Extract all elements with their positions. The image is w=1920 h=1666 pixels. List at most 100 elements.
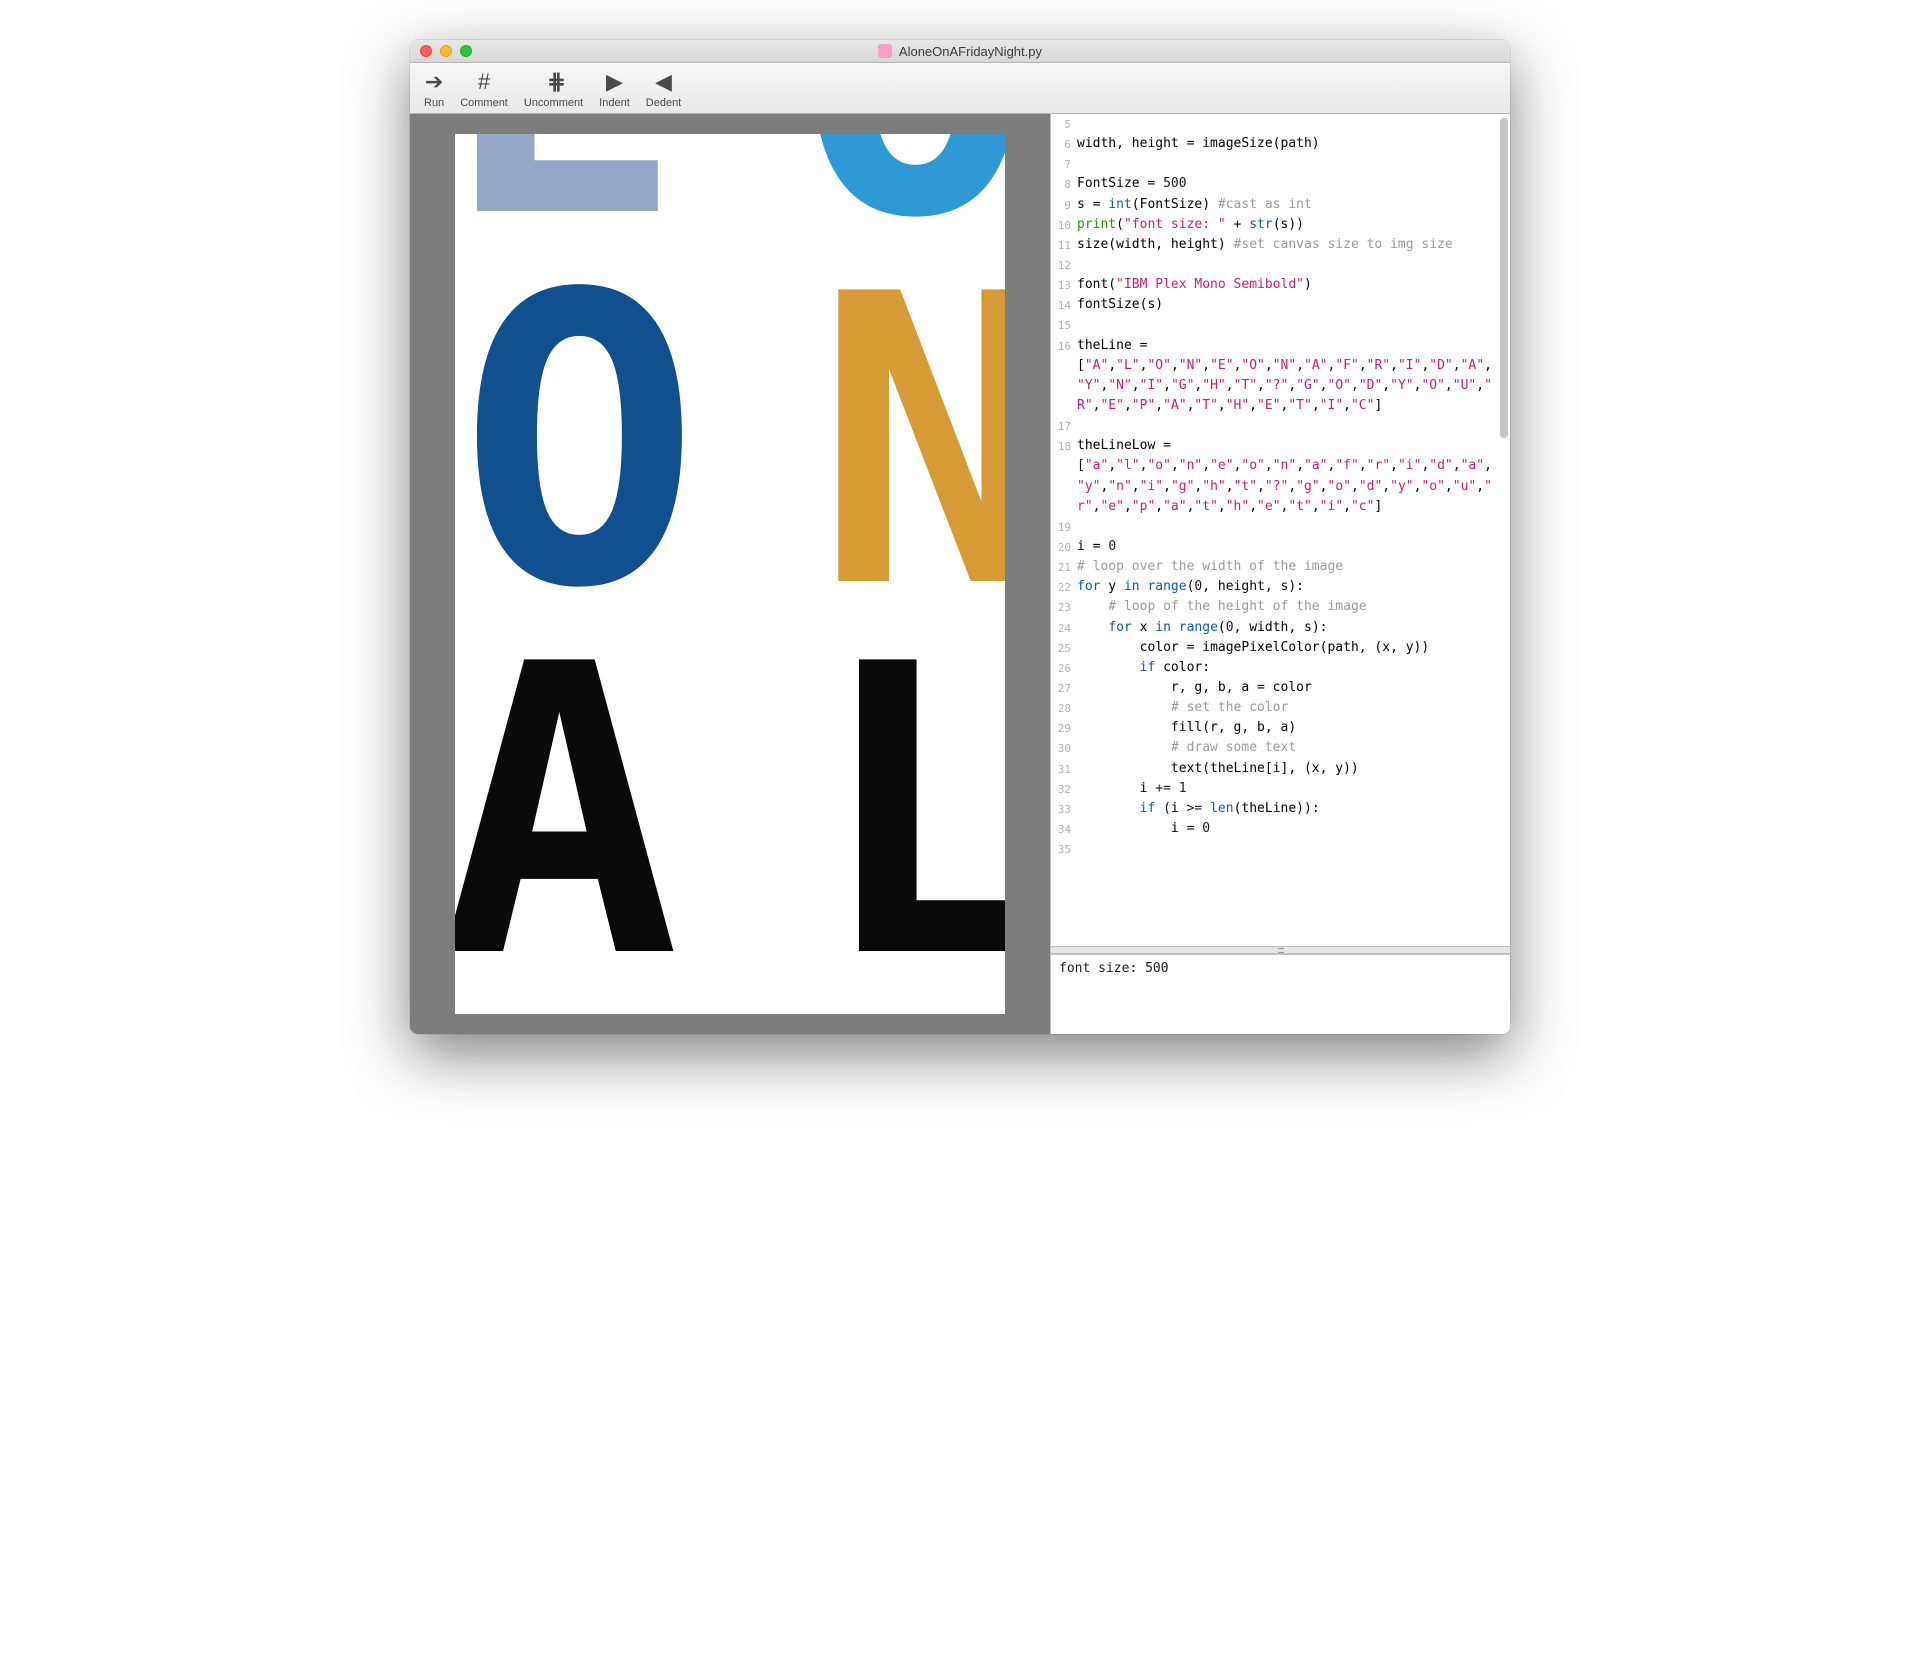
- line-number: 21: [1051, 557, 1077, 577]
- line-number: 14: [1051, 295, 1077, 315]
- code-line[interactable]: 21# loop over the width of the image: [1051, 557, 1510, 577]
- code-line[interactable]: 5: [1051, 114, 1510, 134]
- code-line[interactable]: 7: [1051, 154, 1510, 174]
- code-line[interactable]: 19: [1051, 517, 1510, 537]
- code-line[interactable]: 24 for x in range(0, width, s):: [1051, 618, 1510, 638]
- arrow-right-icon: ➔: [425, 69, 443, 95]
- scrollbar-thumb[interactable]: [1500, 118, 1508, 438]
- line-number: 11: [1051, 235, 1077, 255]
- code-line[interactable]: 6width, height = imageSize(path): [1051, 134, 1510, 154]
- code-text: theLine = ["A","L","O","N","E","O","N","…: [1077, 336, 1510, 417]
- code-text: fill(r, g, b, a): [1077, 718, 1510, 738]
- code-line[interactable]: 31 text(theLine[i], (x, y)): [1051, 759, 1510, 779]
- line-number: 12: [1051, 255, 1077, 275]
- code-text: FontSize = 500: [1077, 174, 1510, 194]
- line-number: 34: [1051, 819, 1077, 839]
- code-text: [1077, 517, 1510, 537]
- line-number: 20: [1051, 537, 1077, 557]
- code-text: # loop over the width of the image: [1077, 557, 1510, 577]
- code-line[interactable]: 23 # loop of the height of the image: [1051, 597, 1510, 617]
- line-number: 32: [1051, 779, 1077, 799]
- code-text: i += 1: [1077, 779, 1510, 799]
- code-text: print("font size: " + str(s)): [1077, 215, 1510, 235]
- code-line[interactable]: 18theLineLow = ["a","l","o","n","e","o",…: [1051, 436, 1510, 517]
- code-line[interactable]: 14fontSize(s): [1051, 295, 1510, 315]
- code-line[interactable]: 15: [1051, 315, 1510, 335]
- code-line[interactable]: 10print("font size: " + str(s)): [1051, 215, 1510, 235]
- line-number: 15: [1051, 315, 1077, 335]
- window-title: AloneOnAFridayNight.py: [410, 44, 1510, 59]
- line-number: 28: [1051, 698, 1077, 718]
- code-line[interactable]: 22for y in range(0, height, s):: [1051, 577, 1510, 597]
- triangle-right-icon: ▶: [606, 69, 623, 95]
- code-text: [1077, 839, 1510, 859]
- preview-pane[interactable]: LOONAL: [410, 114, 1050, 1034]
- code-text: size(width, height) #set canvas size to …: [1077, 235, 1510, 255]
- line-number: 35: [1051, 839, 1077, 859]
- line-number: 25: [1051, 638, 1077, 658]
- line-number: 8: [1051, 174, 1077, 194]
- code-text: theLineLow = ["a","l","o","n","e","o","n…: [1077, 436, 1510, 517]
- code-text: if color:: [1077, 658, 1510, 678]
- code-line[interactable]: 20i = 0: [1051, 537, 1510, 557]
- code-line[interactable]: 30 # draw some text: [1051, 738, 1510, 758]
- line-number: 30: [1051, 738, 1077, 758]
- horizontal-splitter[interactable]: [1051, 946, 1510, 954]
- code-text: text(theLine[i], (x, y)): [1077, 759, 1510, 779]
- code-text: i = 0: [1077, 537, 1510, 557]
- title-bar[interactable]: AloneOnAFridayNight.py: [410, 40, 1510, 63]
- code-line[interactable]: 27 r, g, b, a = color: [1051, 678, 1510, 698]
- line-number: 27: [1051, 678, 1077, 698]
- code-text: font("IBM Plex Mono Semibold"): [1077, 275, 1510, 295]
- code-text: [1077, 416, 1510, 436]
- line-number: 23: [1051, 597, 1077, 617]
- code-text: [1077, 114, 1510, 134]
- code-line[interactable]: 12: [1051, 255, 1510, 275]
- comment-button[interactable]: # Comment: [452, 67, 516, 111]
- line-number: 18: [1051, 436, 1077, 517]
- code-line[interactable]: 17: [1051, 416, 1510, 436]
- preview-letter: L: [815, 614, 1005, 1014]
- code-line[interactable]: 34 i = 0: [1051, 819, 1510, 839]
- line-number: 7: [1051, 154, 1077, 174]
- indent-label: Indent: [599, 97, 630, 109]
- code-text: [1077, 255, 1510, 275]
- code-text: width, height = imageSize(path): [1077, 134, 1510, 154]
- dedent-button[interactable]: ◀ Dedent: [638, 67, 689, 111]
- code-line[interactable]: 16theLine = ["A","L","O","N","E","O","N"…: [1051, 336, 1510, 417]
- code-text: r, g, b, a = color: [1077, 678, 1510, 698]
- code-text: [1077, 315, 1510, 335]
- uncomment-label: Uncomment: [524, 97, 583, 109]
- code-editor[interactable]: 5 6width, height = imageSize(path)7 8Fon…: [1051, 114, 1510, 946]
- code-line[interactable]: 9s = int(FontSize) #cast as int: [1051, 195, 1510, 215]
- line-number: 17: [1051, 416, 1077, 436]
- code-line[interactable]: 11size(width, height) #set canvas size t…: [1051, 235, 1510, 255]
- code-text: [1077, 154, 1510, 174]
- code-line[interactable]: 13font("IBM Plex Mono Semibold"): [1051, 275, 1510, 295]
- run-button[interactable]: ➔ Run: [416, 67, 452, 111]
- window-title-text: AloneOnAFridayNight.py: [899, 44, 1042, 59]
- code-text: s = int(FontSize) #cast as int: [1077, 195, 1510, 215]
- code-line[interactable]: 28 # set the color: [1051, 698, 1510, 718]
- code-line[interactable]: 33 if (i >= len(theLine)):: [1051, 799, 1510, 819]
- triangle-left-icon: ◀: [655, 69, 672, 95]
- code-line[interactable]: 26 if color:: [1051, 658, 1510, 678]
- line-number: 9: [1051, 195, 1077, 215]
- editor-pane: 5 6width, height = imageSize(path)7 8Fon…: [1050, 114, 1510, 1034]
- console-output[interactable]: font size: 500: [1051, 954, 1510, 1034]
- code-line[interactable]: 25 color = imagePixelColor(path, (x, y)): [1051, 638, 1510, 658]
- toolbar: ➔ Run # Comment ⋕ Uncomment ▶ Indent ◀ D…: [410, 63, 1510, 114]
- line-number: 24: [1051, 618, 1077, 638]
- code-text: # set the color: [1077, 698, 1510, 718]
- uncomment-button[interactable]: ⋕ Uncomment: [516, 67, 591, 111]
- code-text: # loop of the height of the image: [1077, 597, 1510, 617]
- code-line[interactable]: 29 fill(r, g, b, a): [1051, 718, 1510, 738]
- indent-button[interactable]: ▶ Indent: [591, 67, 638, 111]
- code-text: fontSize(s): [1077, 295, 1510, 315]
- scrollbar[interactable]: [1498, 118, 1508, 942]
- line-number: 19: [1051, 517, 1077, 537]
- line-number: 5: [1051, 114, 1077, 134]
- code-line[interactable]: 35: [1051, 839, 1510, 859]
- code-line[interactable]: 32 i += 1: [1051, 779, 1510, 799]
- code-line[interactable]: 8FontSize = 500: [1051, 174, 1510, 194]
